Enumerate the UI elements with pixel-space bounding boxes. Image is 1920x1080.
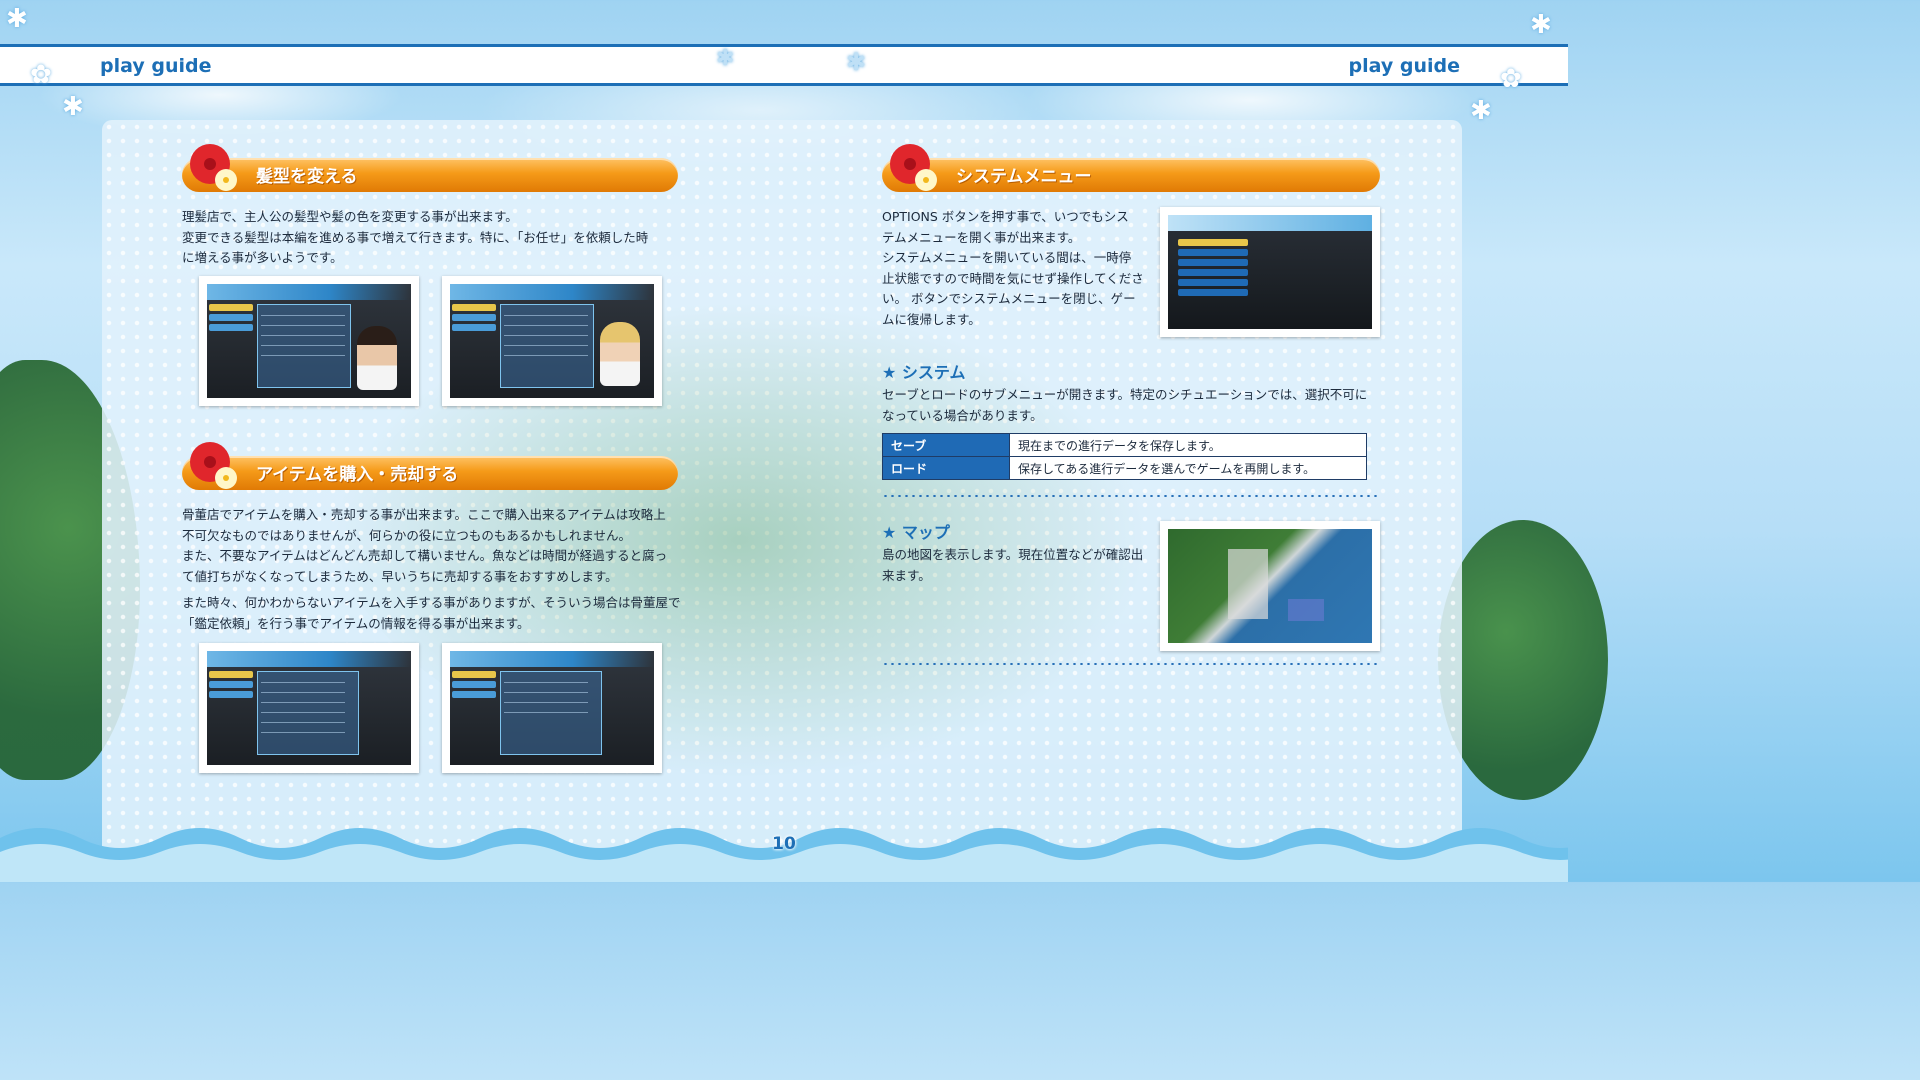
- screenshot-barber-2: [442, 276, 662, 406]
- table-key: セーブ: [882, 433, 1010, 457]
- island-right-decoration: [1438, 520, 1608, 800]
- star-flower-icon: ✱: [1470, 96, 1492, 126]
- hibiscus-icon: [890, 144, 937, 191]
- hairstyle-description: 理髪店で、主人公の髪型や髪の色を変更する事が出来ます。 変更できる髪型は本編を進…: [182, 207, 648, 269]
- star-flower-icon: ✱: [716, 46, 735, 71]
- star-flower-icon: ✱: [846, 48, 867, 76]
- subheading-map: ★ マップ: [882, 523, 950, 542]
- items-description: 骨董店でアイテムを購入・売却する事が出来ます。ここで購入出来るアイテムは攻略上 …: [182, 505, 681, 634]
- text-line: なっている場合があります。: [882, 407, 1043, 423]
- section-heading-items: アイテムを購入・売却する: [182, 456, 678, 490]
- screenshot-map: [1160, 521, 1380, 651]
- text-line: 骨董店でアイテムを購入・売却する事が出来ます。ここで購入出来るアイテムは攻略上: [182, 507, 666, 522]
- text-line: い。 ボタンでシステムメニューを閉じ、ゲー: [882, 291, 1136, 306]
- text-line: テムメニューを開く事が出来ます。: [882, 229, 1081, 245]
- star-flower-icon: ✱: [62, 92, 84, 122]
- map-description: 島の地図を表示します。現在位置などが確認出 来ます。: [882, 545, 1143, 586]
- dotted-divider: [882, 662, 1380, 666]
- table-row: ロード 保存してある進行データを選んでゲームを再開します。: [882, 456, 1367, 480]
- page-number: 10: [772, 834, 796, 854]
- header-banner: play guide play guide: [0, 44, 1568, 86]
- section-heading-hairstyle: 髪型を変える: [182, 158, 678, 192]
- star-icon: ★: [882, 523, 902, 542]
- text-line: て値打ちがなくなってしまうため、早いうちに売却する事をおすすめします。: [182, 568, 618, 584]
- text-line: また時々、何かわからないアイテムを入手する事がありますが、そういう場合は骨董屋で: [182, 595, 681, 610]
- text-line: システムメニューを開いている間は、一時停: [882, 250, 1132, 265]
- system-description: セーブとロードのサブメニューが開きます。特定のシチュエーションでは、選択不可に …: [882, 385, 1367, 426]
- text-line: に増える事が多いようです。: [182, 250, 343, 265]
- star-icon: ★: [882, 363, 902, 382]
- table-value: 保存してある進行データを選んでゲームを再開します。: [1009, 456, 1367, 480]
- screenshot-antique-shop-1: [199, 643, 419, 773]
- star-flower-icon: ✿: [1500, 64, 1522, 94]
- section-heading-system-menu: システムメニュー: [882, 158, 1380, 192]
- table-key: ロード: [882, 456, 1010, 480]
- subheading-system: ★ システム: [882, 363, 966, 382]
- text-line: 「鑑定依頼」を行う事でアイテムの情報を得る事が出来ます。: [182, 615, 530, 631]
- table-row: セーブ 現在までの進行データを保存します。: [882, 433, 1367, 457]
- hibiscus-icon: [190, 442, 237, 489]
- header-right-label: play guide: [1348, 55, 1460, 77]
- star-flower-icon: ✿: [30, 60, 52, 90]
- text-line: 止状態ですので時間を気にせず操作してくださ: [882, 270, 1144, 286]
- hibiscus-icon: [190, 144, 237, 191]
- system-menu-description: OPTIONS ボタンを押す事で、いつでもシス テムメニューを開く事が出来ます。…: [882, 207, 1144, 330]
- text-line: セーブとロードのサブメニューが開きます。特定のシチュエーションでは、選択不可に: [882, 387, 1368, 402]
- text-line: 不可欠なものではありませんが、何らかの役に立つものもあるかもしれません。: [182, 527, 632, 543]
- star-flower-icon: ✱: [1530, 10, 1552, 40]
- table-value: 現在までの進行データを保存します。: [1009, 433, 1367, 457]
- text-line: 島の地図を表示します。現在位置などが確認出: [882, 547, 1144, 562]
- text-line: 理髪店で、主人公の髪型や髪の色を変更する事が出来ます。: [182, 209, 518, 224]
- text-line: 来ます。: [882, 567, 931, 583]
- text-line: 変更できる髪型は本編を進める事で増えて行きます。特に、「お任せ」を依頼した時: [182, 229, 649, 245]
- screenshot-antique-shop-2: [442, 643, 662, 773]
- text-line: ムに復帰します。: [882, 311, 981, 327]
- save-load-table: セーブ 現在までの進行データを保存します。 ロード 保存してある進行データを選ん…: [882, 433, 1367, 480]
- star-flower-icon: ✱: [6, 4, 28, 34]
- text-line: OPTIONS ボタンを押す事で、いつでもシス: [882, 209, 1129, 224]
- screenshot-barber-1: [199, 276, 419, 406]
- dotted-divider: [882, 494, 1380, 498]
- header-left-label: play guide: [100, 55, 212, 77]
- screenshot-system-menu: [1160, 207, 1380, 337]
- text-line: また、不要なアイテムはどんどん売却して構いません。魚などは時間が経過すると腐っ: [182, 548, 668, 563]
